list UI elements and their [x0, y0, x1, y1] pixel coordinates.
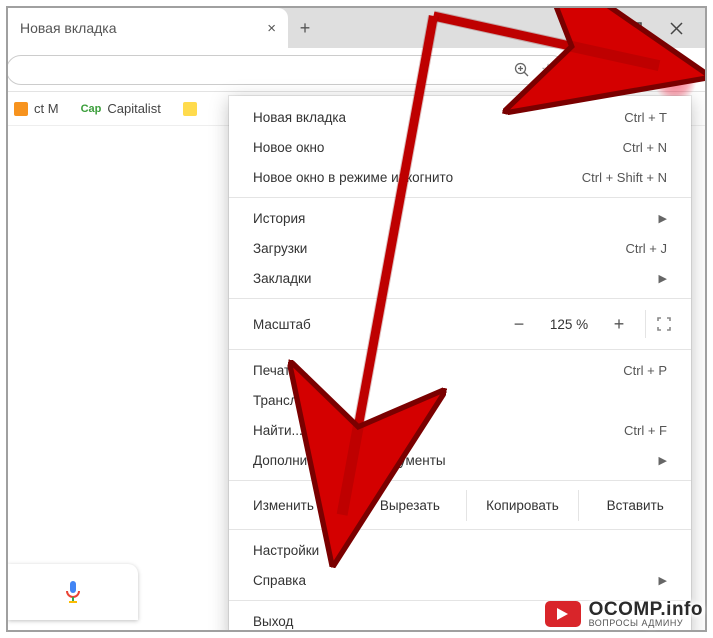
- watermark-text: OCOMP.info: [589, 600, 703, 619]
- tab-strip: Новая вкладка × +: [8, 8, 705, 48]
- browser-main-menu: Новая вкладка Ctrl + T Новое окно Ctrl +…: [229, 96, 691, 632]
- bookmark-item[interactable]: ct M: [14, 101, 59, 116]
- chevron-right-icon: ▶: [659, 574, 667, 587]
- watermark-logo-icon: [545, 601, 581, 627]
- bookmark-label: ct M: [34, 101, 59, 116]
- menu-separator: [229, 197, 691, 198]
- extension-icons: [577, 59, 695, 81]
- menu-shortcut: Ctrl + Shift + N: [582, 170, 667, 185]
- menu-item-more-tools[interactable]: Дополнительные инструменты ▶: [229, 445, 691, 475]
- minimize-icon[interactable]: [589, 21, 603, 35]
- menu-label: Новая вкладка: [253, 110, 624, 125]
- menu-shortcut: Ctrl + P: [623, 363, 667, 378]
- menu-item-new-tab[interactable]: Новая вкладка Ctrl + T: [229, 102, 691, 132]
- menu-label: Справка: [253, 573, 653, 588]
- bookmark-favicon-icon: Cap: [81, 103, 102, 115]
- menu-item-settings[interactable]: Настройки: [229, 535, 691, 565]
- microphone-icon: [64, 579, 82, 605]
- menu-item-find[interactable]: Найти... Ctrl + F: [229, 415, 691, 445]
- bookmark-favicon-icon: [183, 102, 197, 116]
- menu-label: Масштаб: [253, 317, 499, 332]
- address-bar[interactable]: ☆: [6, 55, 567, 85]
- bookmark-item[interactable]: Cap Capitalist: [81, 101, 161, 116]
- menu-label: Изменить: [253, 498, 353, 513]
- chevron-right-icon: ▶: [659, 454, 667, 467]
- watermark: OCOMP.info ВОПРОСЫ АДМИНУ: [545, 600, 703, 628]
- menu-item-incognito[interactable]: Новое окно в режиме инкогнито Ctrl + Shi…: [229, 162, 691, 192]
- chevron-right-icon: ▶: [659, 272, 667, 285]
- menu-label: Печать...: [253, 363, 623, 378]
- menu-label: Закладки: [253, 271, 653, 286]
- bookmark-favicon-icon: [14, 102, 28, 116]
- edit-cut-button[interactable]: Вырезать: [353, 490, 466, 521]
- menu-shortcut: Ctrl + T: [624, 110, 667, 125]
- maximize-icon[interactable]: [629, 21, 643, 35]
- bookmark-label: Capitalist: [107, 101, 160, 116]
- menu-shortcut: Ctrl + F: [624, 423, 667, 438]
- zoom-indicator-icon[interactable]: [512, 60, 532, 80]
- menu-item-print[interactable]: Печать... Ctrl + P: [229, 355, 691, 385]
- menu-label: Найти...: [253, 423, 624, 438]
- menu-label: Настройки: [253, 543, 667, 558]
- fullscreen-icon[interactable]: [645, 310, 681, 338]
- menu-separator: [229, 349, 691, 350]
- menu-item-history[interactable]: История ▶: [229, 203, 691, 233]
- chevron-right-icon: ▶: [659, 212, 667, 225]
- edit-paste-button[interactable]: Вставить: [578, 490, 691, 521]
- zoom-value: 125 %: [539, 317, 599, 332]
- browser-tab[interactable]: Новая вкладка ×: [8, 8, 288, 48]
- extension-shield-icon[interactable]: [577, 59, 599, 81]
- toolbar: ☆: [8, 48, 705, 92]
- close-window-icon[interactable]: [669, 21, 683, 35]
- menu-label: Новое окно в режиме инкогнито: [253, 170, 582, 185]
- menu-item-help[interactable]: Справка ▶: [229, 565, 691, 595]
- new-tab-button[interactable]: +: [288, 8, 322, 48]
- menu-separator: [229, 298, 691, 299]
- tab-title: Новая вкладка: [20, 20, 259, 36]
- menu-item-bookmarks[interactable]: Закладки ▶: [229, 263, 691, 293]
- bookmark-item[interactable]: [183, 102, 197, 116]
- menu-separator: [229, 480, 691, 481]
- menu-separator: [229, 529, 691, 530]
- menu-label: Новое окно: [253, 140, 623, 155]
- window-controls: [589, 8, 705, 48]
- menu-item-cast[interactable]: Трансляция...: [229, 385, 691, 415]
- menu-shortcut: Ctrl + N: [623, 140, 667, 155]
- extension-avatar-icon[interactable]: [641, 59, 663, 81]
- menu-label: История: [253, 211, 653, 226]
- watermark-subtext: ВОПРОСЫ АДМИНУ: [589, 619, 703, 628]
- menu-label: Дополнительные инструменты: [253, 453, 653, 468]
- menu-label: Загрузки: [253, 241, 625, 256]
- close-tab-icon[interactable]: ×: [267, 20, 276, 37]
- menu-item-zoom: Масштаб − 125 % +: [229, 304, 691, 344]
- menu-shortcut: Ctrl + J: [625, 241, 667, 256]
- edit-copy-button[interactable]: Копировать: [466, 490, 579, 521]
- bookmark-star-icon[interactable]: ☆: [538, 60, 558, 80]
- voice-search-button[interactable]: [8, 564, 138, 620]
- zoom-in-button[interactable]: +: [599, 310, 639, 338]
- menu-item-edit: Изменить Вырезать Копировать Вставить: [229, 486, 691, 524]
- kebab-menu-button[interactable]: [673, 59, 695, 81]
- menu-label: Трансляция...: [253, 393, 667, 408]
- extension-tag-icon[interactable]: [609, 59, 631, 81]
- menu-item-downloads[interactable]: Загрузки Ctrl + J: [229, 233, 691, 263]
- menu-item-new-window[interactable]: Новое окно Ctrl + N: [229, 132, 691, 162]
- zoom-out-button[interactable]: −: [499, 310, 539, 338]
